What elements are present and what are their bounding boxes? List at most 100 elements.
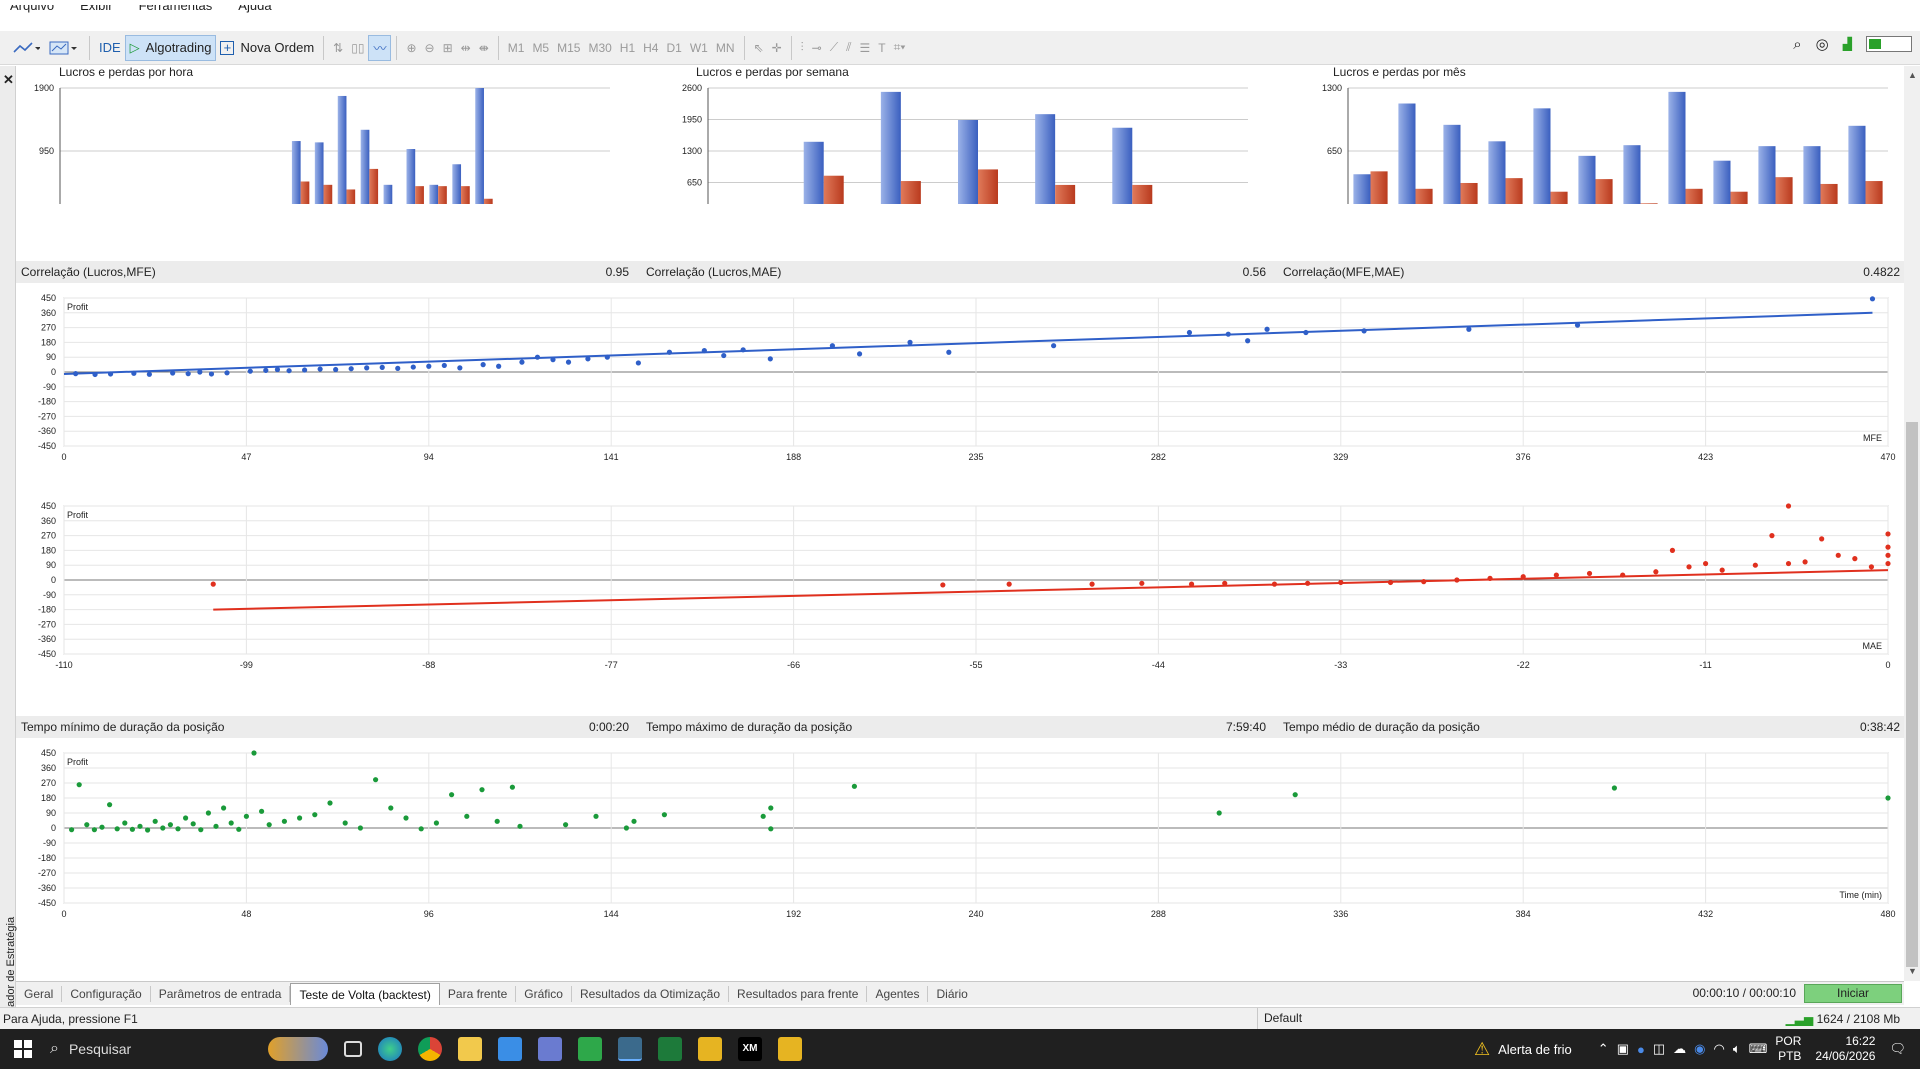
chrome-icon[interactable] — [418, 1037, 442, 1061]
app-yellow-icon[interactable] — [698, 1037, 722, 1061]
y-tick-label: -450 — [38, 649, 56, 659]
scrollbar-thumb[interactable] — [1906, 422, 1918, 967]
timeframe-h4[interactable]: H4 — [639, 35, 662, 61]
help-hint: Para Ajuda, pressione F1 — [3, 1012, 138, 1026]
ide-button[interactable]: IDE — [95, 35, 125, 61]
data-point — [1752, 562, 1758, 568]
zoom-out-icon[interactable]: ⊖ — [421, 35, 439, 61]
x-tick-label: 0 — [61, 909, 66, 919]
template-icon[interactable] — [44, 35, 84, 61]
timeframe-m5[interactable]: M5 — [528, 35, 553, 61]
menu-ferramentas[interactable]: Ferramentas — [139, 5, 213, 13]
tab-agentes[interactable]: Agentes — [867, 985, 929, 1002]
timeframe-m30[interactable]: M30 — [584, 35, 615, 61]
metatrader-icon[interactable] — [618, 1037, 642, 1061]
taskbar-search[interactable]: ⌕ Pesquisar — [50, 1029, 260, 1069]
clock[interactable]: 16:22 24/06/2026 — [1815, 1034, 1875, 1064]
tab-parametros[interactable]: Parâmetros de entrada — [151, 985, 291, 1002]
x-tick-label: 384 — [1516, 909, 1531, 919]
trendline-icon[interactable]: ⟋ — [826, 35, 842, 61]
excel-icon[interactable] — [658, 1037, 682, 1061]
chart-type-icon[interactable] — [8, 35, 44, 61]
tab-resultados-frente[interactable]: Resultados para frente — [729, 985, 868, 1002]
bar-chart-icon[interactable]: ⇅ — [329, 35, 347, 61]
horizontal-line-icon[interactable]: ⊸ — [808, 35, 826, 61]
autoscroll-icon[interactable]: ⇹ — [457, 35, 475, 61]
windows-start-icon[interactable] — [14, 1040, 32, 1058]
volume-icon[interactable]: 🔈︎ — [1733, 1041, 1741, 1057]
vpn-icon[interactable]: ◉ — [1694, 1041, 1705, 1057]
data-point — [1611, 785, 1617, 791]
tray-app-icon[interactable]: ▣ — [1617, 1041, 1629, 1057]
tab-diario[interactable]: Diário — [928, 986, 975, 1002]
cloud-icon[interactable]: ☁ — [1673, 1041, 1686, 1057]
network-app-icon[interactable] — [538, 1037, 562, 1061]
timeframe-mn[interactable]: MN — [712, 35, 739, 61]
zoom-icon[interactable]: ● — [1637, 1042, 1645, 1057]
file-explorer-icon[interactable] — [458, 1037, 482, 1061]
account-icon[interactable]: ◎ — [1816, 35, 1829, 53]
fibonacci-icon[interactable]: ☰ — [855, 35, 874, 61]
loss-bar — [1415, 188, 1433, 204]
candles-icon[interactable]: ▯▯ — [347, 35, 368, 61]
data-point — [213, 823, 219, 829]
tab-resultados-otimizacao[interactable]: Resultados da Otimização — [572, 985, 730, 1002]
loss-bar — [1730, 191, 1748, 204]
data-point — [236, 826, 242, 832]
weather-alert[interactable]: Alerta de frio — [1498, 1042, 1572, 1057]
chart-shift-icon[interactable]: ⇼ — [475, 35, 493, 61]
media-app-icon[interactable] — [578, 1037, 602, 1061]
algotrading-button[interactable]: ▷ Algotrading — [124, 34, 217, 61]
vertical-scrollbar[interactable]: ▲ ▼ — [1904, 66, 1920, 981]
cursor-icon[interactable]: ⇖ — [750, 35, 768, 61]
crosshair-icon[interactable]: ✛ — [768, 35, 786, 61]
vertical-line-icon[interactable]: ⫶ — [797, 35, 808, 61]
text-icon[interactable]: T — [874, 35, 889, 61]
new-order-button[interactable]: + Nova Ordem — [216, 35, 318, 61]
wifi-icon[interactable]: ◠ — [1713, 1041, 1724, 1057]
close-icon[interactable]: ✕ — [3, 72, 14, 88]
language-indicator[interactable]: POR PTB — [1775, 1034, 1801, 1064]
loss-bar — [900, 181, 921, 204]
menu-arquivo[interactable]: Arquivo — [10, 5, 54, 13]
timeframe-m15[interactable]: M15 — [553, 35, 584, 61]
data-point — [534, 354, 541, 360]
x-axis-title: MAE — [1862, 641, 1882, 651]
line-chart-icon[interactable]: 〰 — [368, 34, 392, 61]
store-icon[interactable] — [498, 1037, 522, 1061]
restore-window-icon[interactable]: ❐ — [1868, 5, 1880, 6]
tab-grafico[interactable]: Gráfico — [516, 985, 572, 1002]
notification-icon[interactable]: 🗨︎ — [1889, 1041, 1906, 1057]
tray-chevron-icon[interactable]: ⌃ — [1598, 1041, 1609, 1057]
timeframe-d1[interactable]: D1 — [662, 35, 685, 61]
search-icon[interactable]: ⌕ — [1793, 36, 1801, 53]
scroll-down-icon[interactable]: ▼ — [1908, 966, 1917, 976]
shapes-icon[interactable]: ⌗▾ — [890, 35, 910, 61]
task-view-icon[interactable] — [344, 1041, 362, 1057]
menu-exibir[interactable]: Exibir — [80, 5, 113, 13]
data-point — [410, 364, 416, 370]
xm-icon[interactable]: XM — [738, 1037, 762, 1061]
grid-icon[interactable]: ⊞ — [439, 35, 457, 61]
data-point — [348, 366, 354, 372]
loss-bar — [323, 184, 333, 204]
camera-icon[interactable]: ◫ — [1653, 1041, 1665, 1057]
timeframe-m1[interactable]: M1 — [504, 35, 529, 61]
zoom-in-icon[interactable]: ⊕ — [402, 35, 420, 61]
timeframe-h1[interactable]: H1 — [616, 35, 639, 61]
menu-ajuda[interactable]: Ajuda — [238, 5, 271, 13]
weather-widget-icon[interactable] — [268, 1037, 328, 1061]
channel-icon[interactable]: ⫽ — [842, 35, 855, 61]
start-button[interactable]: Iniciar — [1804, 984, 1902, 1003]
keyboard-icon[interactable]: ⌨ — [1749, 1041, 1768, 1057]
timeframe-w1[interactable]: W1 — [686, 35, 712, 61]
scroll-up-icon[interactable]: ▲ — [1908, 70, 1917, 80]
tab-configuracao[interactable]: Configuração — [62, 985, 151, 1002]
tab-geral[interactable]: Geral — [16, 985, 63, 1002]
edge-icon[interactable] — [378, 1037, 402, 1061]
tab-backtest[interactable]: Teste de Volta (backtest) — [290, 982, 440, 1005]
y-tick-label: 0 — [51, 575, 56, 585]
app-yellow-icon[interactable] — [778, 1037, 802, 1061]
tab-para-frente[interactable]: Para frente — [440, 985, 517, 1002]
data-point — [357, 825, 363, 831]
